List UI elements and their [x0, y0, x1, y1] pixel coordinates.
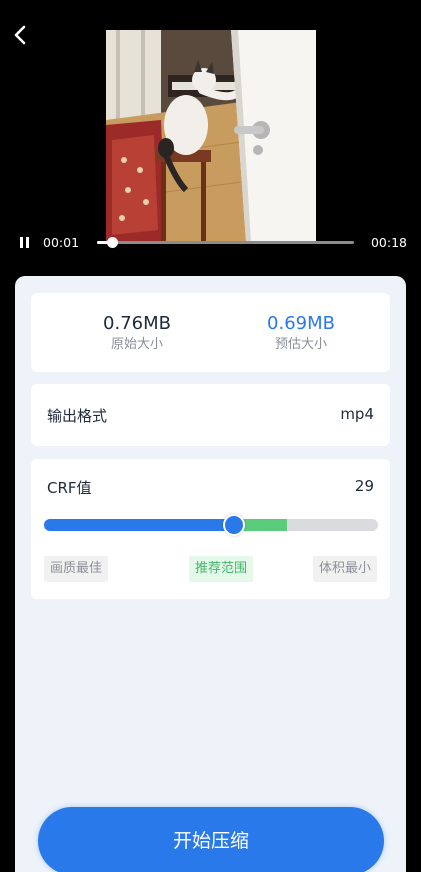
output-format-row[interactable]: 输出格式 mp4 [31, 384, 390, 446]
estimated-size-value: 0.69MB [267, 313, 335, 334]
smallest-size-tag: 体积最小 [312, 556, 377, 582]
video-frame[interactable] [106, 30, 316, 242]
crf-card: CRF值 29 画质最佳 推荐范围 体积最小 [31, 459, 390, 599]
seek-bar-thumb[interactable] [107, 237, 119, 248]
crf-value: 29 [354, 477, 374, 495]
recommended-range-tag: 推荐范围 [189, 556, 254, 582]
player-controls: 00:01 00:18 [0, 230, 421, 256]
original-size-value: 0.76MB [103, 313, 171, 334]
pause-icon[interactable] [20, 237, 30, 248]
estimated-size: 0.69MB 预估大小 [211, 313, 391, 354]
crf-slider-track [44, 519, 378, 531]
crf-slider[interactable] [44, 514, 378, 536]
original-size-label: 原始大小 [110, 337, 163, 352]
seek-bar[interactable] [97, 237, 354, 248]
back-arrow-icon[interactable] [8, 22, 34, 48]
original-size: 0.76MB 原始大小 [47, 313, 227, 354]
output-format-label: 输出格式 [47, 407, 108, 425]
best-quality-tag: 画质最佳 [44, 556, 109, 582]
crf-label: CRF值 [47, 479, 92, 497]
compression-settings-panel: 0.76MB 原始大小 0.69MB 预估大小 输出格式 mp4 CRF值 29… [15, 276, 406, 872]
crf-slider-thumb[interactable] [222, 514, 245, 536]
video-thumbnail-image [106, 30, 316, 242]
total-time: 00:18 [370, 235, 407, 250]
crf-slider-fill [44, 519, 234, 531]
video-player: 00:01 00:18 [0, 0, 421, 300]
current-time: 00:01 [43, 235, 80, 250]
size-comparison-card: 0.76MB 原始大小 0.69MB 预估大小 [31, 293, 390, 372]
output-format-value: mp4 [340, 405, 374, 423]
estimated-size-label: 预估大小 [274, 337, 327, 352]
start-compression-button[interactable]: 开始压缩 [38, 807, 384, 872]
